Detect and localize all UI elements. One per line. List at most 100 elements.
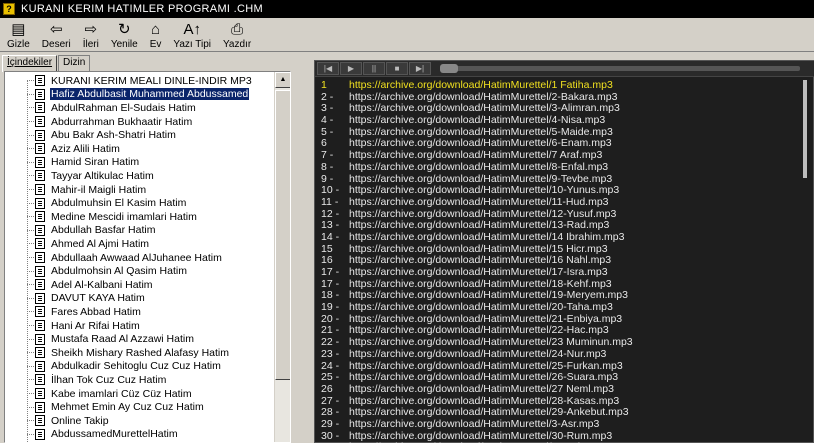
stop-icon: ■ <box>394 64 400 73</box>
track-url: https://archive.org/download/HatimMurett… <box>349 102 620 115</box>
tree-item-label: Ahmed Al Ajmi Hatim <box>51 237 150 250</box>
tree-item[interactable]: Online Takip <box>27 414 110 428</box>
print-button[interactable]: ⎙ Yazdır <box>220 19 254 51</box>
track-url: https://archive.org/download/HatimMurett… <box>349 219 610 232</box>
tree-item[interactable]: Tayyar Altikulac Hatim <box>27 169 155 183</box>
tree-branch-line <box>27 202 34 204</box>
tree-item[interactable]: DAVUT KAYA Hatim <box>27 292 146 306</box>
track-url: https://archive.org/download/HatimMurett… <box>349 90 618 103</box>
track-number: 14 - <box>321 230 340 243</box>
tab-index[interactable]: Dizin <box>58 55 91 71</box>
tree-item-label: AbdussamedMurettelHatim <box>51 428 178 441</box>
tree-item[interactable]: Abdulmuhsin El Kasim Hatim <box>27 196 187 210</box>
track-url: https://archive.org/download/HatimMurett… <box>349 324 609 337</box>
refresh-button[interactable]: ↻ Yenile <box>108 19 141 51</box>
tree-item[interactable]: AbdussamedMurettelHatim <box>27 428 179 442</box>
tree-item[interactable]: KURANI KERIM MEALI DINLE-INDIR MP3 <box>27 74 253 88</box>
next-track-button[interactable]: ▶| <box>409 62 431 75</box>
tree-item[interactable]: AbdulRahman El-Sudais Hatim <box>27 101 197 115</box>
refresh-icon: ↻ <box>117 21 131 38</box>
tree-item[interactable]: Kabe imamlari Cüz Cüz Hatim <box>27 387 193 401</box>
tree-item[interactable]: Adel Al-Kalbani Hatim <box>27 278 154 292</box>
tree-branch-line <box>27 121 34 123</box>
tree-branch-line <box>27 393 34 395</box>
tree-item-label: Kabe imamlari Cüz Cüz Hatim <box>51 387 192 400</box>
tree-item[interactable]: Hani Ar Rifai Hatim <box>27 319 141 333</box>
playlist-scrollbar[interactable] <box>803 80 807 178</box>
track-number: 1 <box>321 80 327 91</box>
tree-scrollbar[interactable]: ▲ <box>274 72 290 442</box>
tree-item[interactable]: Abdulmohsin Al Qasim Hatim <box>27 264 188 278</box>
track-url: https://archive.org/download/HatimMurett… <box>349 394 620 407</box>
tree-item[interactable]: Medine Mescidi imamlari Hatim <box>27 210 198 224</box>
tree-item-label: Sheikh Mishary Rashed Alafasy Hatim <box>51 346 229 359</box>
forward-icon: ⇨ <box>84 21 98 38</box>
tree-item-label: Abdulkadir Sehitoglu Cuz Cuz Hatim <box>51 360 221 373</box>
tree-item[interactable]: Mehmet Emin Ay Cuz Cuz Hatim <box>27 400 205 414</box>
page-icon <box>35 211 45 223</box>
tree-item[interactable]: Hamid Siran Hatim <box>27 156 140 170</box>
tree-item[interactable]: Abdullaah Awwaad AlJuhanee Hatim <box>27 251 223 265</box>
track-url: https://archive.org/download/HatimMurett… <box>349 336 633 349</box>
tree-item-label: Mehmet Emin Ay Cuz Cuz Hatim <box>51 401 204 414</box>
tree-item[interactable]: Hafiz Abdulbasit Muhammed Abdussamed <box>27 87 251 102</box>
track-url: https://archive.org/download/HatimMurett… <box>349 417 600 430</box>
tree-item-label: Mahir-il Maigli Hatim <box>51 183 147 196</box>
page-icon <box>35 333 45 345</box>
page-icon <box>35 156 45 168</box>
contents-tree: KURANI KERIM MEALI DINLE-INDIR MP3 Hafiz … <box>4 71 291 443</box>
tree-item-label: Aziz Alili Hatim <box>51 142 120 155</box>
home-icon: ⌂ <box>151 21 161 38</box>
seek-knob[interactable] <box>440 64 458 73</box>
tree-item[interactable]: İlhan Tok Cuz Cuz Hatim <box>27 373 167 387</box>
play-button[interactable]: ▶ <box>340 62 362 75</box>
tree-item[interactable]: Abdullah Basfar Hatim <box>27 224 156 238</box>
hide-button[interactable]: ▤ Gizle <box>4 19 33 51</box>
tree-branch-line <box>27 175 34 177</box>
tree-branch-line <box>27 189 34 191</box>
track-url: https://archive.org/download/HatimMurett… <box>349 149 603 162</box>
tree-item-label: Hafiz Abdulbasit Muhammed Abdussamed <box>48 87 251 102</box>
tree-item[interactable]: Abdurrahman Bukhaatir Hatim <box>27 115 193 129</box>
tree-item[interactable]: Abdulkadir Sehitoglu Cuz Cuz Hatim <box>27 360 222 374</box>
print-icon: ⎙ <box>231 21 244 38</box>
track-url: https://archive.org/download/HatimMurett… <box>349 347 607 360</box>
tree-viewport: KURANI KERIM MEALI DINLE-INDIR MP3 Hafiz … <box>5 72 275 442</box>
play-icon: ▶ <box>347 64 355 73</box>
scroll-up-button[interactable]: ▲ <box>275 72 290 88</box>
prev-track-button[interactable]: |◀ <box>317 62 339 75</box>
tree-item[interactable]: Aziz Alili Hatim <box>27 142 121 156</box>
seek-bar[interactable] <box>440 64 800 73</box>
back-button[interactable]: ⇦ Deseri <box>39 19 74 51</box>
page-icon <box>35 238 45 250</box>
tree-item[interactable]: Abu Bakr Ash-Shatri Hatim <box>27 128 177 142</box>
page-icon <box>35 347 45 359</box>
title-bar: ? KURANI KERIM HATIMLER PROGRAMI .CHM <box>0 0 814 18</box>
tree-branch-line <box>27 107 34 109</box>
page-icon <box>35 129 45 141</box>
tree-branch-line <box>27 379 34 381</box>
tree-item[interactable]: Mustafa Raad Al Azzawi Hatim <box>27 332 195 346</box>
track-url: https://archive.org/download/HatimMurett… <box>349 242 608 255</box>
tree-item[interactable]: Sheikh Mishary Rashed Alafasy Hatim <box>27 346 230 360</box>
scroll-thumb[interactable] <box>275 90 290 380</box>
track-number: 11 - <box>321 195 339 208</box>
tab-contents[interactable]: İçindekiler <box>2 55 58 72</box>
tree-item[interactable]: Fares Abbad Hatim <box>27 305 142 319</box>
stop-button[interactable]: ■ <box>386 62 408 75</box>
forward-button[interactable]: ⇨ İleri <box>80 19 102 51</box>
tree-item[interactable]: Mahir-il Maigli Hatim <box>27 183 147 197</box>
toolbar: ▤ Gizle ⇦ Deseri ⇨ İleri ↻ Yenile ⌂ Ev A… <box>0 18 814 52</box>
help-file-icon: ? <box>3 3 15 15</box>
hide-icon: ▤ <box>11 21 26 38</box>
track-url: https://archive.org/download/HatimMurett… <box>349 254 612 267</box>
tree-item[interactable]: Ahmed Al Ajmi Hatim <box>27 237 150 251</box>
home-button[interactable]: ⌂ Ev <box>147 19 165 51</box>
track-url: https://archive.org/download/HatimMurett… <box>349 184 620 197</box>
track-url: https://archive.org/download/HatimMurett… <box>349 301 613 314</box>
font-button[interactable]: A↑ Yazı Tipi <box>170 19 214 51</box>
track-number: 17 - <box>321 266 340 278</box>
content-pane: |◀ ▶ || ■ ▶| 1 https://archive.org/downlo… <box>314 60 814 443</box>
track-number: 4 - <box>321 114 334 127</box>
pause-button[interactable]: || <box>363 62 385 75</box>
